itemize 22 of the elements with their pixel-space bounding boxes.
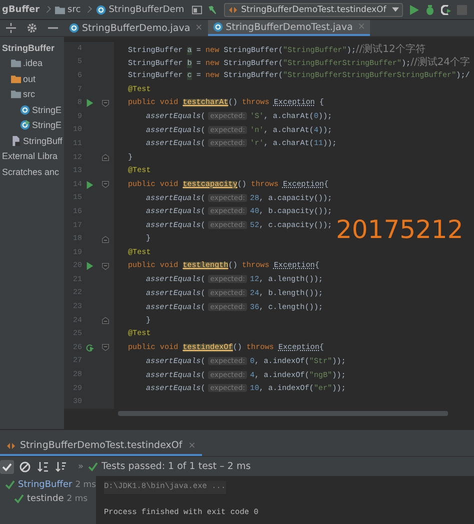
breadcrumb[interactable]: StringBufferDem: [108, 4, 184, 15]
editor-tab[interactable]: StringBufferDemo.java ×: [64, 20, 208, 36]
test-name[interactable]: testinde: [27, 494, 64, 504]
test-duration: 2 ms: [75, 480, 96, 490]
tree-item[interactable]: .idea: [23, 58, 43, 68]
tree-item[interactable]: StringBuff: [23, 136, 62, 146]
more-button[interactable]: »: [78, 462, 84, 472]
tree-item[interactable]: StringBuffer: [2, 42, 54, 53]
tree-item[interactable]: External Libra: [2, 151, 58, 162]
tree-item[interactable]: StringE: [32, 120, 62, 130]
breadcrumb[interactable]: src: [68, 4, 81, 15]
test-name[interactable]: StringBuffer: [18, 480, 72, 490]
breadcrumb[interactable]: gBuffer: [2, 4, 40, 15]
tree-item[interactable]: out: [23, 74, 36, 84]
editor-tab[interactable]: StringBufferDemoTest.java ×: [208, 20, 370, 36]
test-status: Tests passed: 1 of 1 test – 2 ms: [102, 461, 251, 472]
tree-item[interactable]: Scratches anc: [2, 166, 60, 177]
run-config-dropdown[interactable]: StringBufferDemoTest.testindexOf: [224, 2, 404, 17]
test-duration: 2 ms: [66, 494, 88, 504]
overlay-number: 20175212: [336, 215, 464, 244]
tree-item[interactable]: src: [23, 89, 35, 100]
tree-item[interactable]: StringE: [32, 104, 62, 115]
